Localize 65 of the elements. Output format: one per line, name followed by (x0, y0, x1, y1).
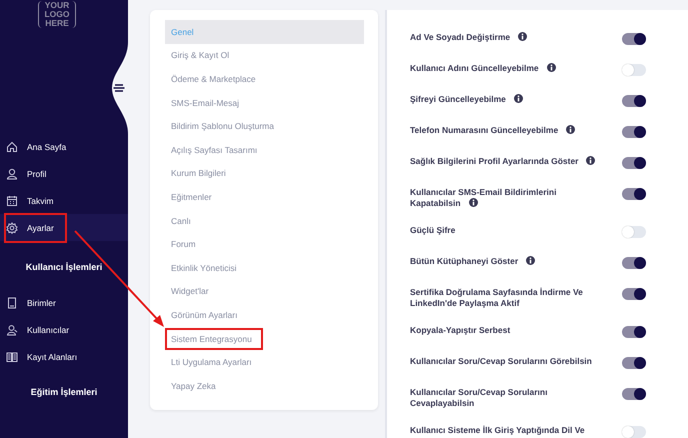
info-icon[interactable] (586, 156, 596, 165)
setting-label: Kullanıcı Adını Güncelleyebilme (410, 63, 556, 74)
toggle-switch[interactable] (622, 126, 646, 138)
section-heading: Eğitim İşlemleri (30, 386, 98, 399)
sidebar-item[interactable]: Profil (0, 160, 128, 187)
toggle-switch[interactable] (622, 33, 646, 45)
info-icon[interactable] (546, 63, 556, 72)
settings-menu-item[interactable]: Forum (165, 232, 364, 256)
settings-menu-item[interactable]: Etkinlik Yöneticisi (165, 256, 364, 280)
info-icon[interactable] (518, 32, 528, 41)
settings-menu-item[interactable]: Yapay Zeka (165, 374, 364, 398)
gear-icon (6, 222, 18, 234)
setting-label: Kullanıcılar Soru/Cevap Sorularını Cevaplayabilsin (410, 387, 548, 409)
setting-label: Güçlü Şifre (410, 225, 456, 236)
person-icon (6, 168, 18, 180)
sidebar-item[interactable]: Ana Sayfa (0, 133, 128, 160)
toggle-switch[interactable] (622, 326, 646, 338)
logo: YOUR LOGO HERE (38, 1, 76, 28)
section-heading: Kullanıcı İşlemleri (24, 261, 104, 274)
setting-label: Ad Ve Soyadı Değiştirme (410, 32, 528, 43)
settings-menu-item[interactable]: Görünüm Ayarları (165, 303, 364, 327)
info-icon[interactable] (566, 125, 576, 134)
toggle-switch[interactable] (622, 226, 646, 238)
sidebar-item[interactable]: Kayıt Alanları (0, 343, 128, 370)
setting-label: Sağlık Bilgilerini Profil Ayarlarında Göster (410, 156, 596, 167)
settings-menu-item[interactable]: Widget'lar (165, 280, 364, 304)
settings-menu-item[interactable]: Bildirim Şablonu Oluşturma (165, 114, 364, 138)
toggle-switch[interactable] (622, 357, 646, 369)
sidebar-item[interactable]: Birimler (0, 289, 128, 316)
sidebar-item[interactable]: Kullanıcılar (0, 316, 128, 343)
settings-menu-item[interactable]: Lti Uygulama Ayarları (165, 350, 364, 374)
info-icon[interactable] (514, 94, 523, 103)
sidebar-item[interactable]: Ayarlar (0, 214, 128, 241)
settings-menu-item[interactable]: SMS-Email-Mesaj (165, 90, 364, 114)
setting-label: Kullanıcı Sisteme İlk Giriş Yaptığında Dil Ve (410, 425, 585, 436)
toggle-switch[interactable] (622, 257, 646, 269)
toggle-switch[interactable] (622, 95, 646, 107)
sidebar-item[interactable]: Takvim (0, 187, 128, 214)
settings-menu-item[interactable]: Genel (165, 20, 364, 44)
settings-menu-item[interactable]: Açılış Sayfası Tasarımı (165, 138, 364, 162)
toggle-switch[interactable] (622, 426, 646, 438)
toggle-switch[interactable] (622, 288, 646, 300)
setting-label: Kullanıcılar Soru/Cevap Sorularını Görebilsin (410, 356, 592, 367)
setting-label: Bütün Kütüphaneyi Göster (410, 256, 536, 267)
setting-label: Sertifika Doğrulama Sayfasında İndirme Ve LinkedIn'de Paylaşma Aktif (410, 287, 583, 309)
settings-menu-item[interactable]: Giriş & Kayıt Ol (165, 44, 364, 68)
settings-menu-item[interactable]: Canlı (165, 208, 364, 232)
home-icon (6, 140, 18, 152)
setting-label: Şifreyi Güncelleyebilme (410, 94, 523, 105)
toggle-switch[interactable] (622, 388, 646, 400)
settings-menu-item[interactable]: Eğitmenler (165, 185, 364, 209)
menu-icon[interactable] (113, 82, 125, 94)
calendar-icon (6, 194, 18, 206)
settings-menu-item[interactable]: Kurum Bilgileri (165, 162, 364, 186)
info-icon[interactable] (526, 256, 536, 265)
settings-menu-item[interactable]: Ödeme & Marketplace (165, 67, 364, 91)
setting-label: Kopyala-Yapıştır Serbest (410, 325, 510, 336)
setting-label: Telefon Numarasını Güncelleyebilme (410, 125, 576, 136)
toggle-switch[interactable] (622, 188, 646, 200)
settings-menu-item[interactable]: Sistem Entegrasyonu (165, 326, 364, 350)
users-icon (6, 324, 18, 336)
info-icon[interactable] (468, 198, 478, 207)
setting-label: Kullanıcılar SMS-Email Bildirimlerini Kapatabilsin (410, 187, 556, 209)
toggle-switch[interactable] (622, 64, 646, 76)
toggle-switch[interactable] (622, 157, 646, 169)
